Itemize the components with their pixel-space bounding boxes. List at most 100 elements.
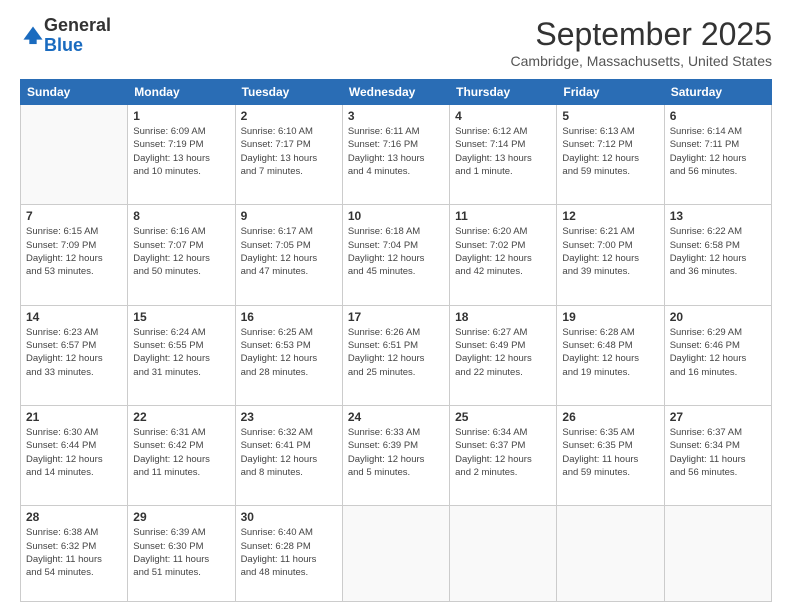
day-number: 25 xyxy=(455,410,551,424)
weekday-saturday: Saturday xyxy=(664,80,771,105)
page: General Blue September 2025 Cambridge, M… xyxy=(0,0,792,612)
table-cell: 20Sunrise: 6:29 AMSunset: 6:46 PMDayligh… xyxy=(664,305,771,405)
day-number: 6 xyxy=(670,109,766,123)
logo-icon xyxy=(22,25,44,47)
day-info: Sunrise: 6:40 AMSunset: 6:28 PMDaylight:… xyxy=(241,526,337,579)
logo-blue: Blue xyxy=(44,35,83,55)
weekday-monday: Monday xyxy=(128,80,235,105)
day-number: 9 xyxy=(241,209,337,223)
day-info: Sunrise: 6:37 AMSunset: 6:34 PMDaylight:… xyxy=(670,426,766,479)
table-cell: 5 Sunrise: 6:13 AMSunset: 7:12 PMDaylight… xyxy=(557,105,664,205)
day-info: Sunrise: 6:15 AMSunset: 7:09 PMDaylight:… xyxy=(26,225,122,278)
table-cell: 15 Sunrise: 6:24 AMSunset: 6:55 PMDayligh… xyxy=(128,305,235,405)
day-info: Sunrise: 6:26 AMSunset: 6:51 PMDaylight:… xyxy=(348,326,444,379)
table-cell: 13Sunrise: 6:22 AMSunset: 6:58 PMDayligh… xyxy=(664,205,771,305)
day-info: Sunrise: 6:23 AMSunset: 6:57 PMDaylight:… xyxy=(26,326,122,379)
day-info: Sunrise: 6:35 AMSunset: 6:35 PMDaylight:… xyxy=(562,426,658,479)
table-cell: 3Sunrise: 6:11 AMSunset: 7:16 PMDaylight… xyxy=(342,105,449,205)
day-info: Sunrise: 6:21 AMSunset: 7:00 PMDaylight:… xyxy=(562,225,658,278)
day-info: Sunrise: 6:29 AMSunset: 6:46 PMDaylight:… xyxy=(670,326,766,379)
weekday-wednesday: Wednesday xyxy=(342,80,449,105)
day-number: 5 xyxy=(562,109,658,123)
day-number: 18 xyxy=(455,310,551,324)
table-cell: 28Sunrise: 6:38 AMSunset: 6:32 PMDayligh… xyxy=(21,506,128,602)
day-info: Sunrise: 6:33 AMSunset: 6:39 PMDaylight:… xyxy=(348,426,444,479)
day-number: 4 xyxy=(455,109,551,123)
day-info: Sunrise: 6:25 AMSunset: 6:53 PMDaylight:… xyxy=(241,326,337,379)
day-info: Sunrise: 6:17 AMSunset: 7:05 PMDaylight:… xyxy=(241,225,337,278)
table-cell: 19 Sunrise: 6:28 AMSunset: 6:48 PMDayligh… xyxy=(557,305,664,405)
table-cell xyxy=(342,506,449,602)
weekday-thursday: Thursday xyxy=(450,80,557,105)
table-cell: 11 Sunrise: 6:20 AMSunset: 7:02 PMDayligh… xyxy=(450,205,557,305)
table-cell xyxy=(450,506,557,602)
table-cell: 24 Sunrise: 6:33 AMSunset: 6:39 PMDayligh… xyxy=(342,405,449,505)
table-cell xyxy=(664,506,771,602)
day-number: 14 xyxy=(26,310,122,324)
day-info: Sunrise: 6:13 AMSunset: 7:12 PMDaylight:… xyxy=(562,125,658,178)
week-row-5: 28Sunrise: 6:38 AMSunset: 6:32 PMDayligh… xyxy=(21,506,772,602)
day-number: 13 xyxy=(670,209,766,223)
day-info: Sunrise: 6:12 AMSunset: 7:14 PMDaylight:… xyxy=(455,125,551,178)
table-cell: 8Sunrise: 6:16 AMSunset: 7:07 PMDaylight… xyxy=(128,205,235,305)
header: General Blue September 2025 Cambridge, M… xyxy=(20,16,772,69)
table-cell: 1Sunrise: 6:09 AMSunset: 7:19 PMDaylight… xyxy=(128,105,235,205)
day-info: Sunrise: 6:27 AMSunset: 6:49 PMDaylight:… xyxy=(455,326,551,379)
table-cell: 22Sunrise: 6:31 AMSunset: 6:42 PMDayligh… xyxy=(128,405,235,505)
day-info: Sunrise: 6:10 AMSunset: 7:17 PMDaylight:… xyxy=(241,125,337,178)
day-number: 21 xyxy=(26,410,122,424)
day-number: 26 xyxy=(562,410,658,424)
table-cell: 4 Sunrise: 6:12 AMSunset: 7:14 PMDaylight… xyxy=(450,105,557,205)
day-number: 24 xyxy=(348,410,444,424)
day-number: 29 xyxy=(133,510,229,524)
day-number: 28 xyxy=(26,510,122,524)
day-info: Sunrise: 6:16 AMSunset: 7:07 PMDaylight:… xyxy=(133,225,229,278)
logo-general: General xyxy=(44,15,111,35)
weekday-tuesday: Tuesday xyxy=(235,80,342,105)
day-number: 30 xyxy=(241,510,337,524)
table-cell: 6Sunrise: 6:14 AMSunset: 7:11 PMDaylight… xyxy=(664,105,771,205)
table-cell: 7Sunrise: 6:15 AMSunset: 7:09 PMDaylight… xyxy=(21,205,128,305)
day-info: Sunrise: 6:31 AMSunset: 6:42 PMDaylight:… xyxy=(133,426,229,479)
location: Cambridge, Massachusetts, United States xyxy=(511,53,772,69)
day-number: 3 xyxy=(348,109,444,123)
day-info: Sunrise: 6:20 AMSunset: 7:02 PMDaylight:… xyxy=(455,225,551,278)
table-cell: 2 Sunrise: 6:10 AMSunset: 7:17 PMDaylight… xyxy=(235,105,342,205)
title-block: September 2025 Cambridge, Massachusetts,… xyxy=(511,16,772,69)
week-row-2: 7Sunrise: 6:15 AMSunset: 7:09 PMDaylight… xyxy=(21,205,772,305)
logo-text: General Blue xyxy=(44,16,111,56)
table-cell: 16Sunrise: 6:25 AMSunset: 6:53 PMDayligh… xyxy=(235,305,342,405)
day-info: Sunrise: 6:39 AMSunset: 6:30 PMDaylight:… xyxy=(133,526,229,579)
table-cell xyxy=(557,506,664,602)
day-info: Sunrise: 6:28 AMSunset: 6:48 PMDaylight:… xyxy=(562,326,658,379)
day-number: 17 xyxy=(348,310,444,324)
table-cell: 30 Sunrise: 6:40 AMSunset: 6:28 PMDayligh… xyxy=(235,506,342,602)
day-number: 12 xyxy=(562,209,658,223)
day-info: Sunrise: 6:24 AMSunset: 6:55 PMDaylight:… xyxy=(133,326,229,379)
day-number: 27 xyxy=(670,410,766,424)
table-cell: 25 Sunrise: 6:34 AMSunset: 6:37 PMDayligh… xyxy=(450,405,557,505)
calendar-body: 1Sunrise: 6:09 AMSunset: 7:19 PMDaylight… xyxy=(21,105,772,602)
weekday-friday: Friday xyxy=(557,80,664,105)
day-number: 23 xyxy=(241,410,337,424)
week-row-1: 1Sunrise: 6:09 AMSunset: 7:19 PMDaylight… xyxy=(21,105,772,205)
table-cell: 26 Sunrise: 6:35 AMSunset: 6:35 PMDayligh… xyxy=(557,405,664,505)
day-number: 11 xyxy=(455,209,551,223)
table-cell: 9 Sunrise: 6:17 AMSunset: 7:05 PMDaylight… xyxy=(235,205,342,305)
month-title: September 2025 xyxy=(511,16,772,53)
day-info: Sunrise: 6:34 AMSunset: 6:37 PMDaylight:… xyxy=(455,426,551,479)
day-number: 2 xyxy=(241,109,337,123)
table-cell: 12 Sunrise: 6:21 AMSunset: 7:00 PMDayligh… xyxy=(557,205,664,305)
day-info: Sunrise: 6:09 AMSunset: 7:19 PMDaylight:… xyxy=(133,125,229,178)
table-cell: 17 Sunrise: 6:26 AMSunset: 6:51 PMDayligh… xyxy=(342,305,449,405)
calendar-table: SundayMondayTuesdayWednesdayThursdayFrid… xyxy=(20,79,772,602)
day-number: 15 xyxy=(133,310,229,324)
day-number: 19 xyxy=(562,310,658,324)
table-cell xyxy=(21,105,128,205)
calendar-header: SundayMondayTuesdayWednesdayThursdayFrid… xyxy=(21,80,772,105)
weekday-header-row: SundayMondayTuesdayWednesdayThursdayFrid… xyxy=(21,80,772,105)
week-row-4: 21Sunrise: 6:30 AMSunset: 6:44 PMDayligh… xyxy=(21,405,772,505)
table-cell: 29 Sunrise: 6:39 AMSunset: 6:30 PMDayligh… xyxy=(128,506,235,602)
table-cell: 18 Sunrise: 6:27 AMSunset: 6:49 PMDayligh… xyxy=(450,305,557,405)
logo: General Blue xyxy=(20,16,111,56)
